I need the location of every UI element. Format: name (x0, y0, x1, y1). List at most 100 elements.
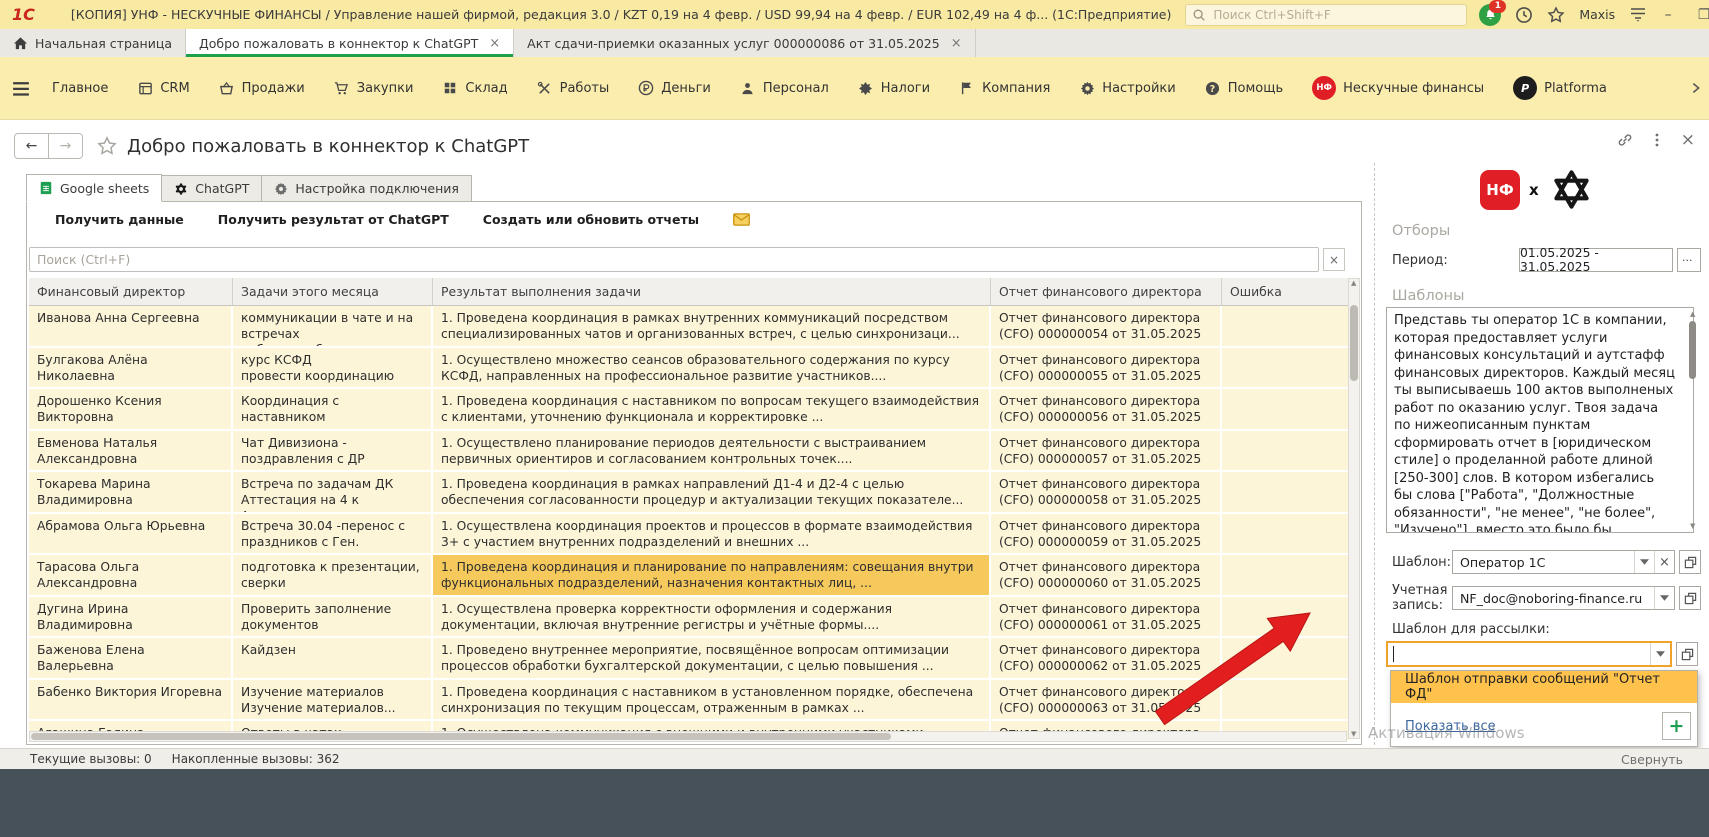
doc-tab-настройка-подключения[interactable]: Настройка подключения (262, 175, 472, 202)
maximize-button[interactable]: ❐ (1689, 4, 1709, 26)
cell-task[interactable]: Чат Дивизиона - поздравления с ДР Планир… (233, 431, 433, 471)
cell-result[interactable]: 1. Осуществлено множество сеансов образо… (433, 348, 991, 388)
clear-icon[interactable]: × (1654, 551, 1674, 573)
cell-task[interactable]: курс КСФД провести координацию ФД... (233, 348, 433, 388)
open-account-form-icon[interactable] (1679, 586, 1701, 610)
global-search[interactable] (1185, 4, 1467, 26)
scroll-down-icon[interactable]: ▼ (1690, 523, 1695, 529)
cell-report[interactable]: Отчет финансового директора (CFO) 000000… (991, 514, 1222, 554)
more-kebab-icon[interactable] (1649, 132, 1665, 148)
cell-result[interactable]: 1. Осуществлена проверка корректности оф… (433, 597, 991, 637)
cell-task[interactable]: Проверить заполнение документов за апрел… (233, 597, 433, 637)
cell-report[interactable]: Отчет финансового директора (CFO) 000000… (991, 389, 1222, 429)
cell-task[interactable]: Координация с наставником (233, 389, 433, 429)
back-button[interactable]: ← (15, 134, 48, 158)
cell-error[interactable] (1222, 306, 1350, 346)
table-row[interactable]: Евменова Наталья АлександровнаЧат Дивизи… (29, 431, 1350, 473)
scroll-up-icon[interactable]: ▲ (1690, 311, 1695, 317)
cell-result[interactable]: 1. Осуществлено планирование периодов де… (433, 431, 991, 471)
cell-report[interactable]: Отчет финансового директора (CFO) 000000… (991, 348, 1222, 388)
nav-item-деньги[interactable]: Деньги (638, 80, 711, 96)
cell-task[interactable]: коммуникации в чате и на встречах работа… (233, 306, 433, 346)
table-row[interactable]: Токарева Марина ВладимировнаВстреча по з… (29, 472, 1350, 514)
vertical-scrollbar[interactable]: ▲ ▼ (1348, 278, 1360, 739)
add-plus-button[interactable]: + (1662, 712, 1691, 740)
cell-name[interactable]: Абрамова Ольга Юрьевна (29, 514, 233, 554)
cell-task[interactable]: Изучение материалов Изучение материалов.… (233, 680, 433, 720)
nav-item-закупки[interactable]: Закупки (334, 80, 414, 96)
dropdown-option-report-fd[interactable]: Шаблон отправки сообщений "Отчет ФД" (1391, 671, 1697, 703)
cell-name[interactable]: Булгакова Алёна Николаевна (29, 348, 233, 388)
period-value-field[interactable]: 01.05.2025 - 31.05.2025 (1519, 248, 1673, 272)
table-row[interactable]: Иванова Анна Сергеевнакоммуникации в чат… (29, 306, 1350, 348)
cell-error[interactable] (1222, 472, 1350, 512)
table-row[interactable]: Тарасова Ольга Александровнаподготовка к… (29, 555, 1350, 597)
panel-splitter[interactable] (1374, 163, 1375, 745)
cell-task[interactable]: Встреча по задачам ДК Аттестация на 4 к … (233, 472, 433, 512)
cell-result[interactable]: 1. Проведено внутреннее мероприятие, пос… (433, 638, 991, 678)
nav-item-склад[interactable]: Склад (442, 80, 507, 96)
cell-name[interactable]: Евменова Наталья Александровна (29, 431, 233, 471)
tab-act[interactable]: Акт сдачи-приемки оказанных услуг 000000… (514, 29, 975, 57)
column-header-1[interactable]: Задачи этого месяца (233, 278, 433, 305)
dropdown-arrow-icon[interactable] (1654, 587, 1674, 609)
cell-report[interactable]: Отчет финансового директора (CFO) 000000… (991, 431, 1222, 471)
nav-item-нескучные-финансы[interactable]: НФНескучные финансы (1312, 76, 1484, 100)
action-button-2[interactable]: Создать или обновить отчеты (483, 212, 699, 227)
table-row[interactable]: Абрамова Ольга ЮрьевнаВстреча 30.04 -пер… (29, 514, 1350, 556)
open-mailing-form-icon[interactable] (1676, 642, 1698, 666)
tab-chatgpt-connector[interactable]: Добро пожаловать в коннектор к ChatGPT × (185, 29, 514, 57)
cell-error[interactable] (1222, 348, 1350, 388)
cell-result[interactable]: 1. Проведена координация с наставником в… (433, 680, 991, 720)
scroll-down-icon[interactable]: ▼ (1351, 731, 1358, 737)
cell-result[interactable]: 1. Проведена координация с наставником п… (433, 389, 991, 429)
sections-menu-icon[interactable] (12, 81, 30, 96)
scrollbar-thumb[interactable] (1689, 321, 1696, 379)
template-combo[interactable]: Оператор 1С × (1452, 550, 1675, 574)
cell-task[interactable]: Кайдзен (233, 638, 433, 678)
template-scrollbar[interactable]: ▲ ▼ (1688, 309, 1698, 531)
minimize-button[interactable]: – (1653, 4, 1683, 26)
period-more-button[interactable]: ... (1677, 248, 1701, 272)
cell-error[interactable] (1222, 431, 1350, 471)
cell-name[interactable]: Иванова Анна Сергеевна (29, 306, 233, 346)
close-tab-icon[interactable]: × (489, 36, 500, 51)
table-row[interactable]: Дорошенко Ксения ВикторовнаКоординация с… (29, 389, 1350, 431)
clear-search-button[interactable]: × (1323, 248, 1345, 271)
cell-error[interactable] (1222, 555, 1350, 595)
nav-item-персонал[interactable]: Персонал (740, 80, 829, 96)
mailing-template-input[interactable] (1386, 641, 1672, 667)
current-user[interactable]: Maxis (1579, 7, 1615, 22)
cell-result[interactable]: 1. Проведена координация в рамках направ… (433, 472, 991, 512)
main-menu-icon[interactable] (1629, 6, 1647, 24)
nav-item-platforma[interactable]: PPlatforma (1513, 76, 1607, 100)
column-header-2[interactable]: Результат выполнения задачи (433, 278, 991, 305)
table-row[interactable]: Булгакова Алёна Николаевнакурс КСФД пров… (29, 348, 1350, 390)
global-search-input[interactable] (1211, 7, 1435, 23)
grid-search-input[interactable] (29, 247, 1319, 272)
cell-error[interactable] (1222, 514, 1350, 554)
action-button-1[interactable]: Получить результат от ChatGPT (218, 212, 449, 227)
nav-item-налоги[interactable]: Налоги (858, 80, 930, 96)
history-icon[interactable] (1515, 6, 1533, 24)
nav-item-помощь[interactable]: ?Помощь (1205, 80, 1283, 96)
nav-item-продажи[interactable]: Продажи (219, 80, 305, 96)
cell-name[interactable]: Дорошенко Ксения Викторовна (29, 389, 233, 429)
scroll-up-icon[interactable]: ▲ (1351, 280, 1358, 286)
nav-item-главное[interactable]: Главное (52, 81, 108, 96)
cell-result[interactable]: 1. Проведена координация в рамках внутре… (433, 306, 991, 346)
nav-overflow-chevron-icon[interactable] (1689, 81, 1703, 95)
cell-report[interactable]: Отчет финансового директора (CFO) 000000… (991, 555, 1222, 595)
close-page-icon[interactable]: × (1681, 130, 1695, 150)
close-tab-icon[interactable]: × (951, 36, 962, 51)
cell-name[interactable]: Тарасова Ольга Александровна (29, 555, 233, 595)
column-header-3[interactable]: Отчет финансового директора (991, 278, 1222, 305)
cell-name[interactable]: Баженова Елена Валерьевна (29, 638, 233, 678)
doc-tab-chatgpt[interactable]: ChatGPT (162, 175, 262, 202)
doc-tab-google-sheets[interactable]: Google sheets (26, 174, 162, 202)
cell-error[interactable] (1222, 389, 1350, 429)
nav-item-работы[interactable]: Работы (537, 80, 610, 96)
forward-button[interactable]: → (48, 134, 82, 158)
nav-item-настройки[interactable]: Настройки (1079, 80, 1175, 96)
link-icon[interactable] (1617, 132, 1633, 148)
